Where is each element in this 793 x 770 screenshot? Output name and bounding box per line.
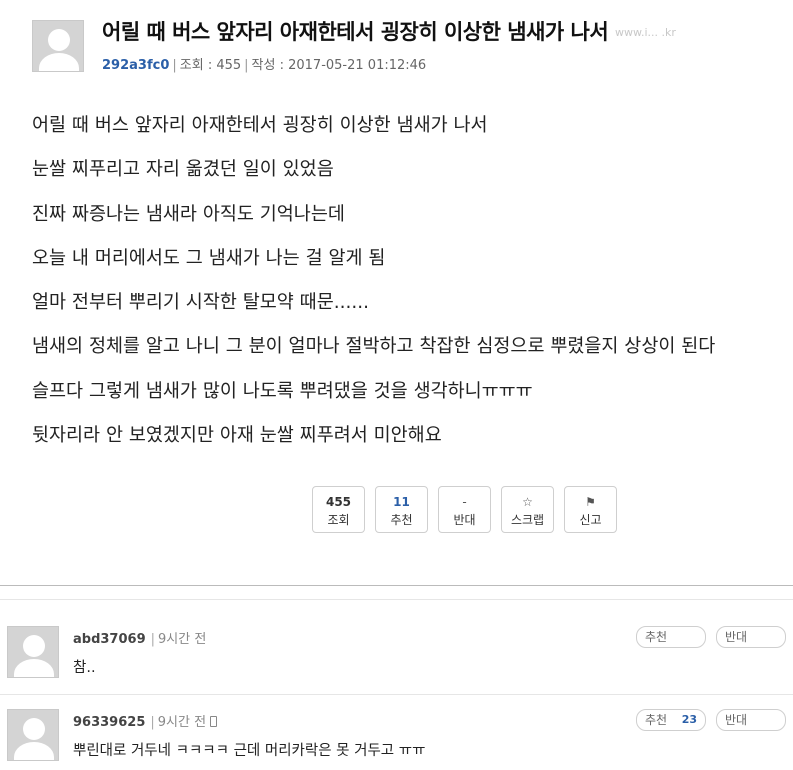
section-divider	[0, 585, 793, 586]
comment-avatar[interactable]	[7, 709, 59, 761]
body-line: 얼마 전부터 뿌리기 시작한 탈모약 때문......	[32, 292, 370, 314]
mobile-icon	[210, 716, 218, 727]
body-line: 뒷자리라 안 보였겠지만 아재 눈쌀 찌푸려서 미안해요	[32, 425, 442, 447]
body-line: 오늘 내 머리에서도 그 냄새가 나는 걸 알게 됨	[32, 247, 386, 269]
flag-icon: ⚑	[585, 495, 596, 509]
recommend-button[interactable]: 11 추천	[375, 486, 428, 533]
watermark: www.i... .kr	[615, 26, 676, 39]
body-line: 슬프다 그렇게 냄새가 많이 나도록 뿌려댔을 것을 생각하니ㅠㅠㅠ	[32, 380, 533, 402]
post-author[interactable]: 292a3fc0	[102, 58, 169, 73]
vote-bar: 455 조회 11 추천 - 반대 ☆ 스크랩 ⚑ 신고	[312, 486, 617, 533]
comment-recommend-button[interactable]: 추천 23	[636, 709, 706, 731]
post-views: 조회 : 455	[179, 58, 242, 73]
oppose-button[interactable]: - 반대	[438, 486, 491, 533]
post-meta: 292a3fc0 | 조회 : 455 | 작성 : 2017-05-21 01:12:…	[102, 58, 427, 73]
scrap-button[interactable]: ☆ 스크랩	[501, 486, 554, 533]
comment-divider	[0, 694, 793, 695]
avatar-silhouette-head	[48, 29, 70, 51]
body-line: 눈쌀 찌푸리고 자리 옮겼던 일이 있었음	[32, 159, 334, 181]
comment-author[interactable]: 96339625	[73, 715, 145, 730]
comment-author-line: abd37069 | 9시간 전	[73, 632, 207, 647]
star-icon: ☆	[522, 495, 533, 509]
section-divider	[0, 599, 793, 600]
body-line: 진짜 짜증나는 냄새라 아직도 기억나는데	[32, 203, 345, 225]
comment-oppose-button[interactable]: 반대	[716, 709, 786, 731]
comment-text: 뿌린대로 거두네 ㅋㅋㅋㅋ 근데 머리카락은 못 거두고 ㅠㅠ	[73, 743, 426, 759]
comment-oppose-button[interactable]: 반대	[716, 626, 786, 648]
recommend-count: 11	[393, 495, 410, 509]
comment-author-line: 96339625 | 9시간 전	[73, 711, 218, 730]
comment-author[interactable]: abd37069	[73, 632, 146, 647]
comment-recommend-count: 23	[681, 713, 697, 726]
post-body: 어릴 때 버스 앞자리 아재한테서 굉장히 이상한 냄새가 나서 눈쌀 찌푸리고…	[32, 108, 782, 462]
post-date: 작성 : 2017-05-21 01:12:46	[251, 58, 427, 73]
body-line: 어릴 때 버스 앞자리 아재한테서 굉장히 이상한 냄새가 나서	[32, 115, 488, 136]
report-button[interactable]: ⚑ 신고	[564, 486, 617, 533]
body-line: 냄새의 정체를 알고 나니 그 분이 얼마나 절박하고 착잡한 심정으로 뿌렸을…	[32, 336, 716, 358]
avatar-silhouette-body	[39, 53, 79, 71]
comment-time: 9시간 전	[158, 632, 207, 647]
views-counter: 455 조회	[312, 486, 365, 533]
author-avatar[interactable]	[32, 20, 84, 72]
comment-time: 9시간 전	[157, 715, 207, 730]
comment-recommend-button[interactable]: 추천	[636, 626, 706, 648]
oppose-count: -	[462, 495, 467, 509]
comment-text: 참..	[73, 660, 96, 676]
post-title: 어릴 때 버스 앞자리 아재한테서 굉장히 이상한 냄새가 나서	[102, 20, 609, 44]
comment-avatar[interactable]	[7, 626, 59, 678]
